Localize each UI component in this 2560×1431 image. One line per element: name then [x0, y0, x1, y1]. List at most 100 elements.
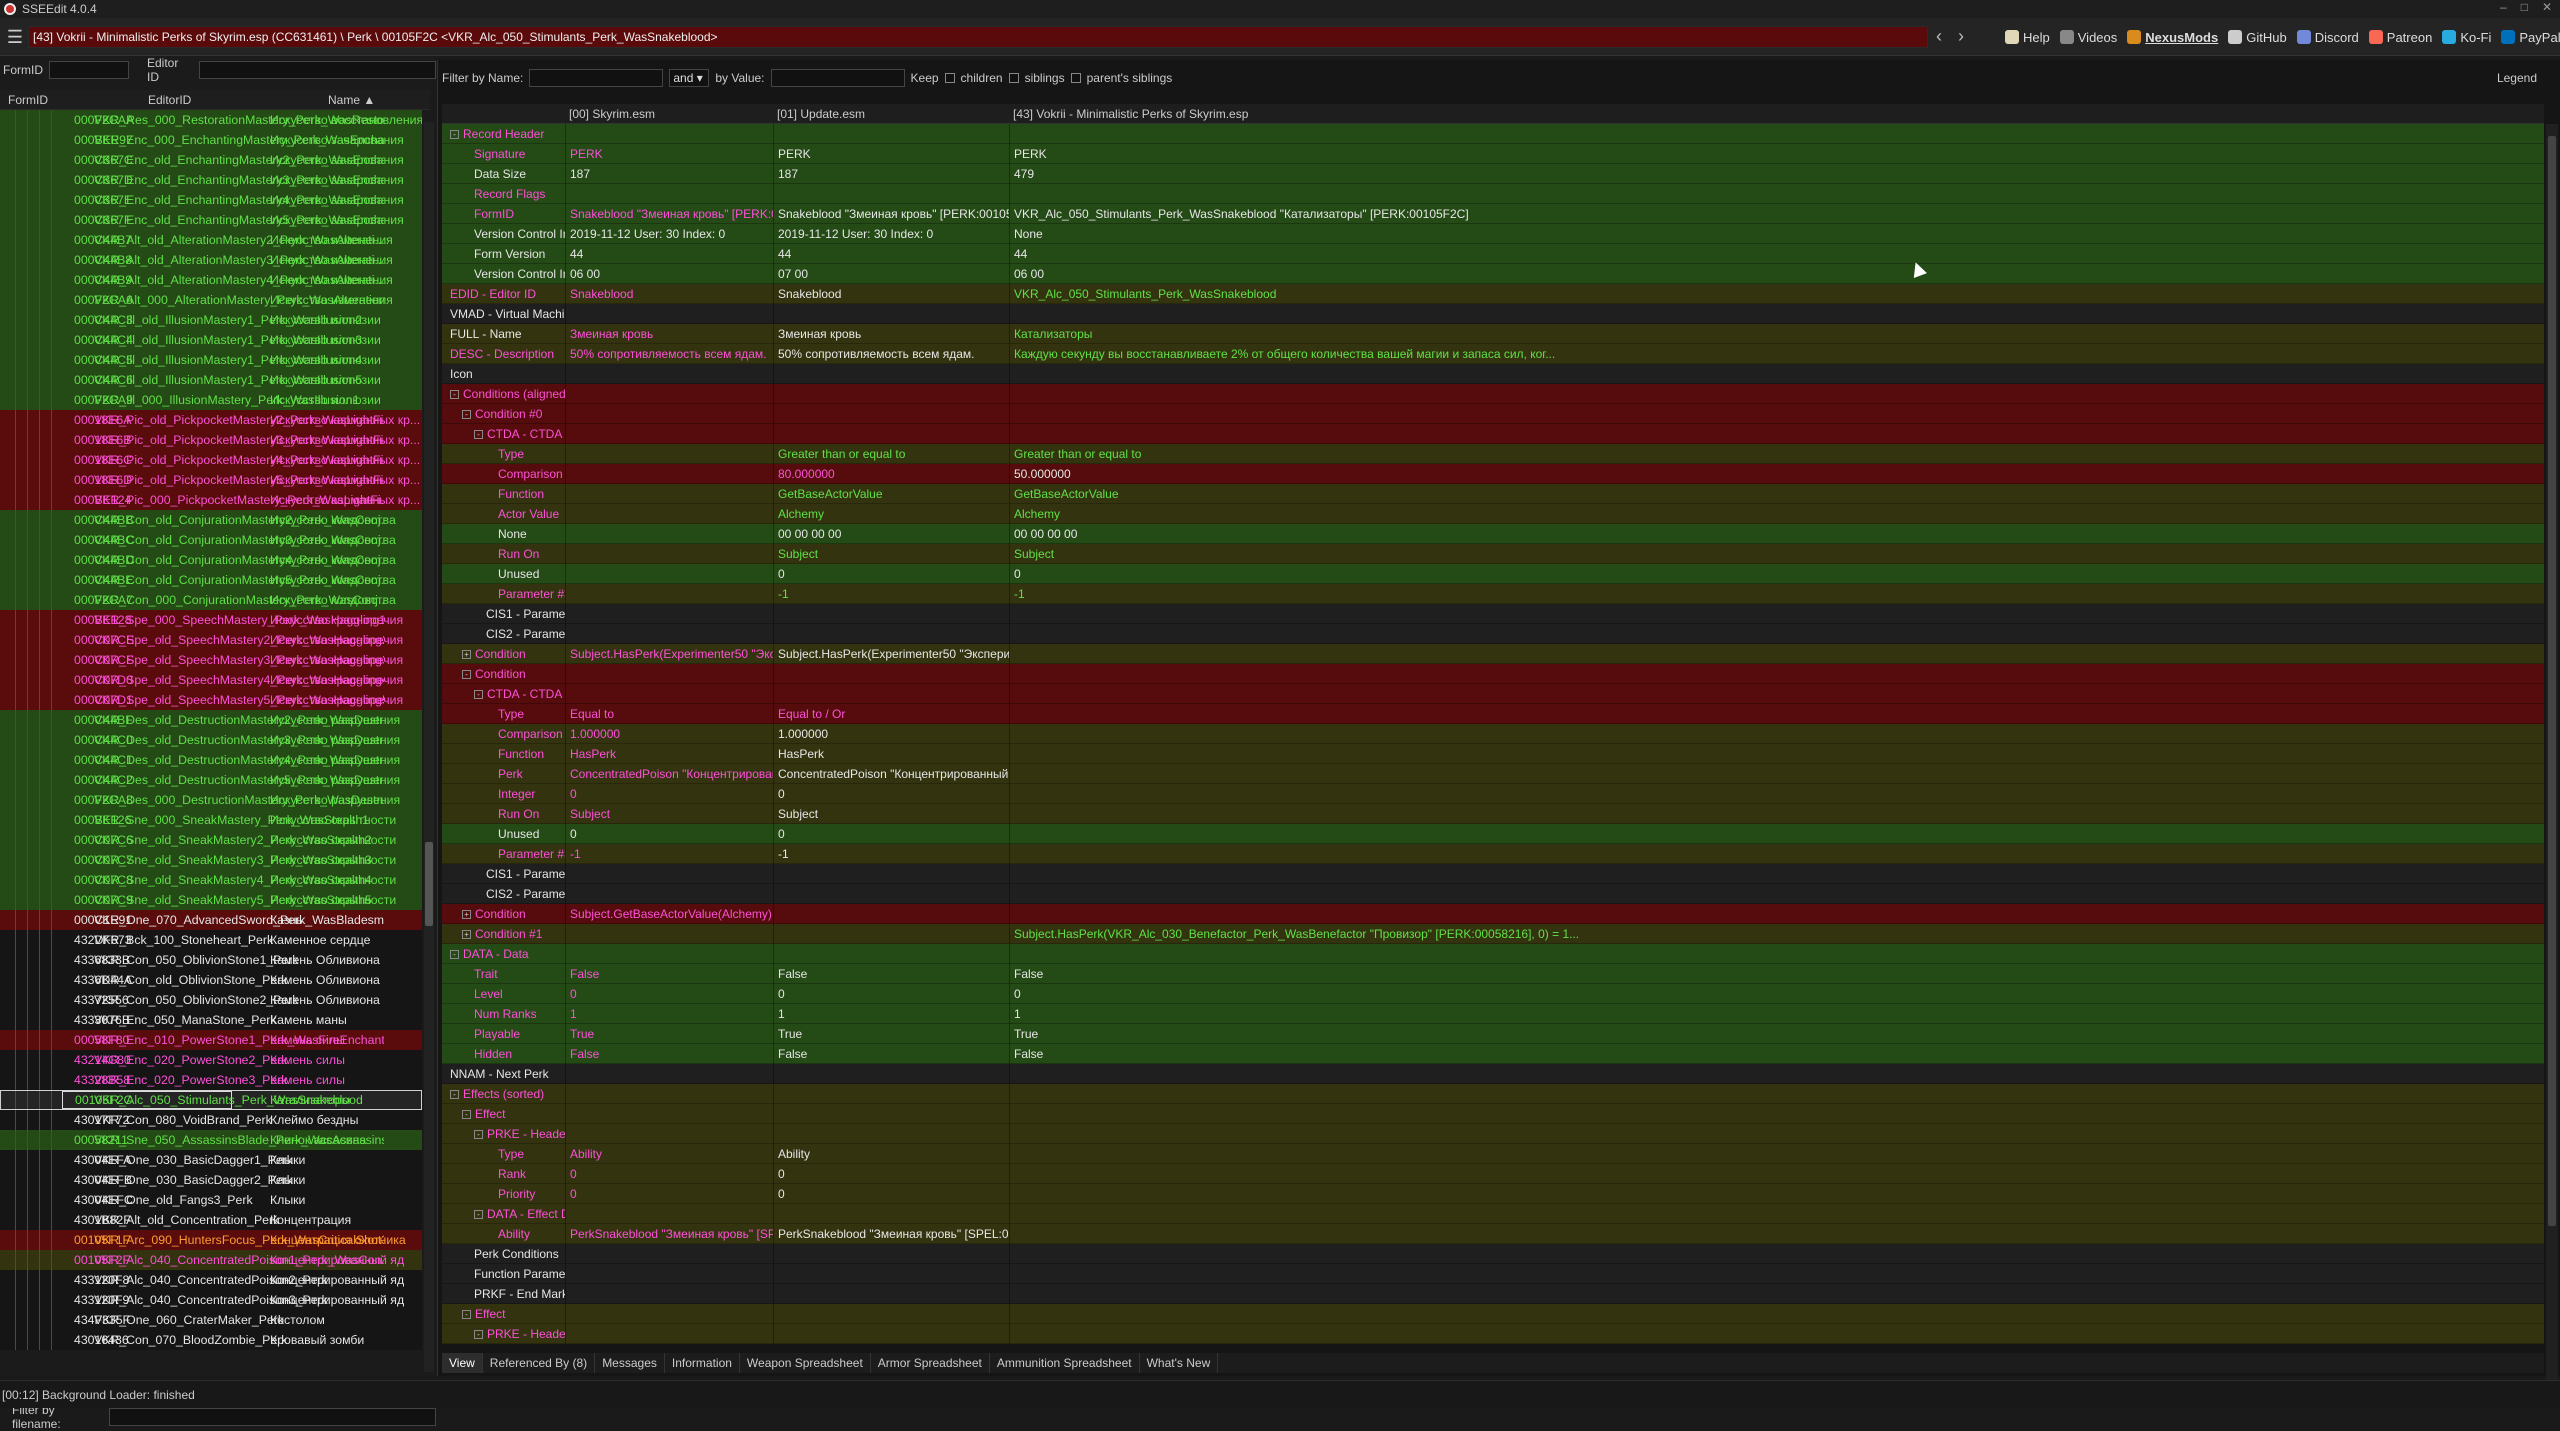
record-row[interactable]: 000F2CA8 VKR_Des_000_DestructionMastery_P… [0, 790, 422, 810]
record-row[interactable]: 43372556 VKR_Con_050_OblivionStone2_Perk К… [0, 990, 422, 1010]
record-row[interactable]: 4301B82F VKR_Alt_old_Concentration_Perk Ко… [0, 1210, 422, 1230]
record-row[interactable]: 000C44BD VKR_Con_old_ConjurationMastery4_… [0, 550, 422, 570]
tab-ammunition-spreadsheet[interactable]: Ammunition Spreadsheet [990, 1353, 1140, 1373]
record-field-row[interactable]: + Condition #1 Subject.HasPerk(VKR_Alc_030… [442, 924, 2544, 944]
record-field-row[interactable]: - Effects (sorted) [442, 1084, 2544, 1104]
column-skyrim-esm[interactable]: [00] Skyrim.esm [565, 104, 773, 124]
record-field-row[interactable]: - CTDA - CTDA [442, 424, 2544, 444]
record-path-bar[interactable]: [43] Vokrii - Minimalistic Perks of Skyr… [28, 26, 1928, 48]
record-field-row[interactable]: Function Parameters [442, 1264, 2544, 1284]
record-field-row[interactable]: PRKF - End Marker [442, 1284, 2544, 1304]
record-row[interactable]: 43214C80 VKR_Enc_020_PowerStone2_Perk Каме… [0, 1050, 422, 1070]
record-field-row[interactable]: Type Equal to Equal to / Or [442, 704, 2544, 724]
collapse-icon[interactable]: - [474, 690, 483, 700]
link-videos[interactable]: Videos [2059, 30, 2117, 45]
collapse-icon[interactable]: - [474, 1210, 483, 1220]
record-field-row[interactable]: Comparison Valu...1.0000001.000000 [442, 724, 2544, 744]
record-field-row[interactable]: Icon [442, 364, 2544, 384]
expand-icon[interactable]: + [462, 910, 471, 920]
tab-referenced-by-8[interactable]: Referenced By (8) [483, 1353, 596, 1373]
record-row[interactable]: 000C44C0 VKR_Des_old_DestructionMastery3_… [0, 730, 422, 750]
record-field-row[interactable]: - PRKE - Header [442, 1324, 2544, 1344]
record-field-row[interactable]: FULL - Name Змеиная кровь Змеиная кровь Кат… [442, 324, 2544, 344]
collapse-icon[interactable]: - [450, 950, 459, 960]
record-list-scrollbar[interactable] [424, 122, 434, 1372]
record-row[interactable]: 000C367E VKR_Enc_old_EnchantingMastery4_P… [0, 190, 422, 210]
record-row[interactable]: 000C44C3 VKR_Ill_old_IllusionMastery1_Per… [0, 310, 422, 330]
record-field-row[interactable]: Data Size 187 187 479 [442, 164, 2544, 184]
legend-button[interactable]: Legend [2497, 71, 2537, 85]
record-row[interactable]: 000C07C9 VKR_Sne_old_SneakMastery5_Perk_W… [0, 890, 422, 910]
back-button[interactable]: ‹ [1936, 26, 1942, 46]
column-name[interactable]: Name ▲ [320, 93, 430, 107]
record-field-row[interactable]: Parameter #3 -1 -1 [442, 584, 2544, 604]
filter-operator-select[interactable]: and ▾ [669, 69, 710, 87]
children-checkbox[interactable] [944, 73, 955, 83]
record-row[interactable]: 00018E6D VKR_Pic_old_PickpocketMastery5_P… [0, 470, 422, 490]
record-row[interactable]: 000C44C1 VKR_Des_old_DestructionMastery4_… [0, 750, 422, 770]
record-row[interactable]: 4336833B VKR_Con_050_OblivionStone1_Perk К… [0, 950, 422, 970]
record-row[interactable]: 000C367F VKR_Enc_old_EnchantingMastery5_P… [0, 210, 422, 230]
collapse-icon[interactable]: - [462, 1310, 471, 1320]
record-row[interactable]: 433120F8 VKR_Alc_040_ConcentratedPoison2_… [0, 1270, 422, 1290]
record-field-row[interactable]: Hidden False False False [442, 1044, 2544, 1064]
record-row[interactable]: 434F335F VKR_One_060_CraterMaker_Perk Кост… [0, 1310, 422, 1330]
record-field-row[interactable]: NNAM - Next Perk [442, 1064, 2544, 1084]
record-row[interactable]: 000C44C6 VKR_Ill_old_IllusionMastery1_Per… [0, 370, 422, 390]
record-field-row[interactable]: CIS2 - Parameter #2 [442, 884, 2544, 904]
record-field-row[interactable]: - DATA - Data [442, 944, 2544, 964]
record-field-row[interactable]: Type Ability Ability [442, 1144, 2544, 1164]
record-field-row[interactable]: Ability PerkSnakeblood "Змеиная кровь" [S… [442, 1224, 2544, 1244]
record-field-row[interactable]: + Condition Subject.HasPerk(Experimenter50… [442, 644, 2544, 664]
record-row[interactable]: 000BE128 VKR_Spe_000_SpeechMastery_Perk_W… [0, 610, 422, 630]
record-field-row[interactable]: Perk ConcentratedPoison "Концентрированны… [442, 764, 2544, 784]
record-field-row[interactable]: Type Greater than or equal to Greater than… [442, 444, 2544, 464]
record-row[interactable]: 00105F2C VKR_Alc_050_Stimulants_Perk_WasS… [0, 1090, 422, 1110]
record-field-row[interactable]: Playable True True True [442, 1024, 2544, 1044]
record-field-row[interactable]: - Conditions (aligned) [442, 384, 2544, 404]
tab-messages[interactable]: Messages [595, 1353, 665, 1373]
parents-siblings-checkbox[interactable] [1070, 73, 1081, 83]
record-field-row[interactable]: Rank 0 0 [442, 1164, 2544, 1184]
formid-filter-input[interactable] [49, 61, 129, 79]
filter-by-value-input[interactable] [770, 69, 905, 87]
record-row[interactable]: 432DF673 VKR_Bck_100_Stoneheart_Perk Камен… [0, 930, 422, 950]
record-field-row[interactable]: FormID Snakeblood "Змеиная кровь" [PERK:0… [442, 204, 2544, 224]
collapse-icon[interactable]: - [450, 390, 459, 400]
record-field-row[interactable]: CIS1 - Parameter #1 [442, 864, 2544, 884]
record-row[interactable]: 00058211 VKR_Sne_050_AssassinsBlade_Perk_… [0, 1130, 422, 1150]
record-field-row[interactable]: DESC - Description 50% сопротивляемость в… [442, 344, 2544, 364]
record-field-row[interactable]: Num Ranks 1 1 1 [442, 1004, 2544, 1024]
record-row[interactable]: 000BEE97 VKR_Enc_000_EnchantingMastery_Pe… [0, 130, 422, 150]
record-field-row[interactable]: Priority 0 0 [442, 1184, 2544, 1204]
record-row[interactable]: 000C07C7 VKR_Sne_old_SneakMastery3_Perk_W… [0, 850, 422, 870]
link-paypal[interactable]: PayPal [2501, 30, 2560, 45]
record-row[interactable]: 00058F80 VKR_Enc_010_PowerStone1_Perk_Was… [0, 1030, 422, 1050]
link-patreon[interactable]: Patreon [2368, 30, 2432, 45]
record-row[interactable]: 000C44B7 VKR_Alt_old_AlterationMastery2_P… [0, 230, 422, 250]
link-kofi[interactable]: Ko-Fi [2442, 30, 2491, 45]
record-field-row[interactable]: Trait False False False [442, 964, 2544, 984]
record-field-row[interactable]: Level 0 0 0 [442, 984, 2544, 1004]
tab-what-s-new[interactable]: What's New [1140, 1353, 1219, 1373]
record-field-row[interactable]: Perk Conditions [442, 1244, 2544, 1264]
record-row[interactable]: 000C1E91 VKR_One_070_AdvancedSword_Perk_W… [0, 910, 422, 930]
record-row[interactable]: 000F2CA7 VKR_Con_000_ConjurationMastery_P… [0, 590, 422, 610]
siblings-checkbox[interactable] [1008, 73, 1019, 83]
record-row[interactable]: 000C44BC VKR_Con_old_ConjurationMastery3_… [0, 530, 422, 550]
record-field-row[interactable]: Run On Subject Subject [442, 804, 2544, 824]
record-row[interactable]: 000C07C8 VKR_Sne_old_SneakMastery4_Perk_W… [0, 870, 422, 890]
link-nexusmods[interactable]: NexusMods [2127, 30, 2218, 45]
column-vokrii-esp[interactable]: [43] Vokrii - Minimalistic Perks of Skyr… [1009, 104, 1349, 124]
collapse-icon[interactable]: - [450, 1090, 459, 1100]
editorid-filter-input[interactable] [199, 61, 436, 79]
record-row[interactable]: 43016436 VKR_Con_070_BloodZombie_Perk Кров… [0, 1330, 422, 1350]
column-formid[interactable]: FormID [0, 93, 140, 107]
record-field-row[interactable]: Unused 0 0 [442, 564, 2544, 584]
record-row[interactable]: 000F2CA9 VKR_Ill_000_IllusionMastery_Perk… [0, 390, 422, 410]
tab-information[interactable]: Information [665, 1353, 740, 1373]
record-row[interactable]: 000F2CAA VKR_Res_000_RestorationMastery_P… [0, 110, 422, 130]
tab-weapon-spreadsheet[interactable]: Weapon Spreadsheet [740, 1353, 871, 1373]
record-row[interactable]: 433120F9 VKR_Alc_040_ConcentratedPoison3_… [0, 1290, 422, 1310]
tab-view[interactable]: View [442, 1353, 483, 1373]
